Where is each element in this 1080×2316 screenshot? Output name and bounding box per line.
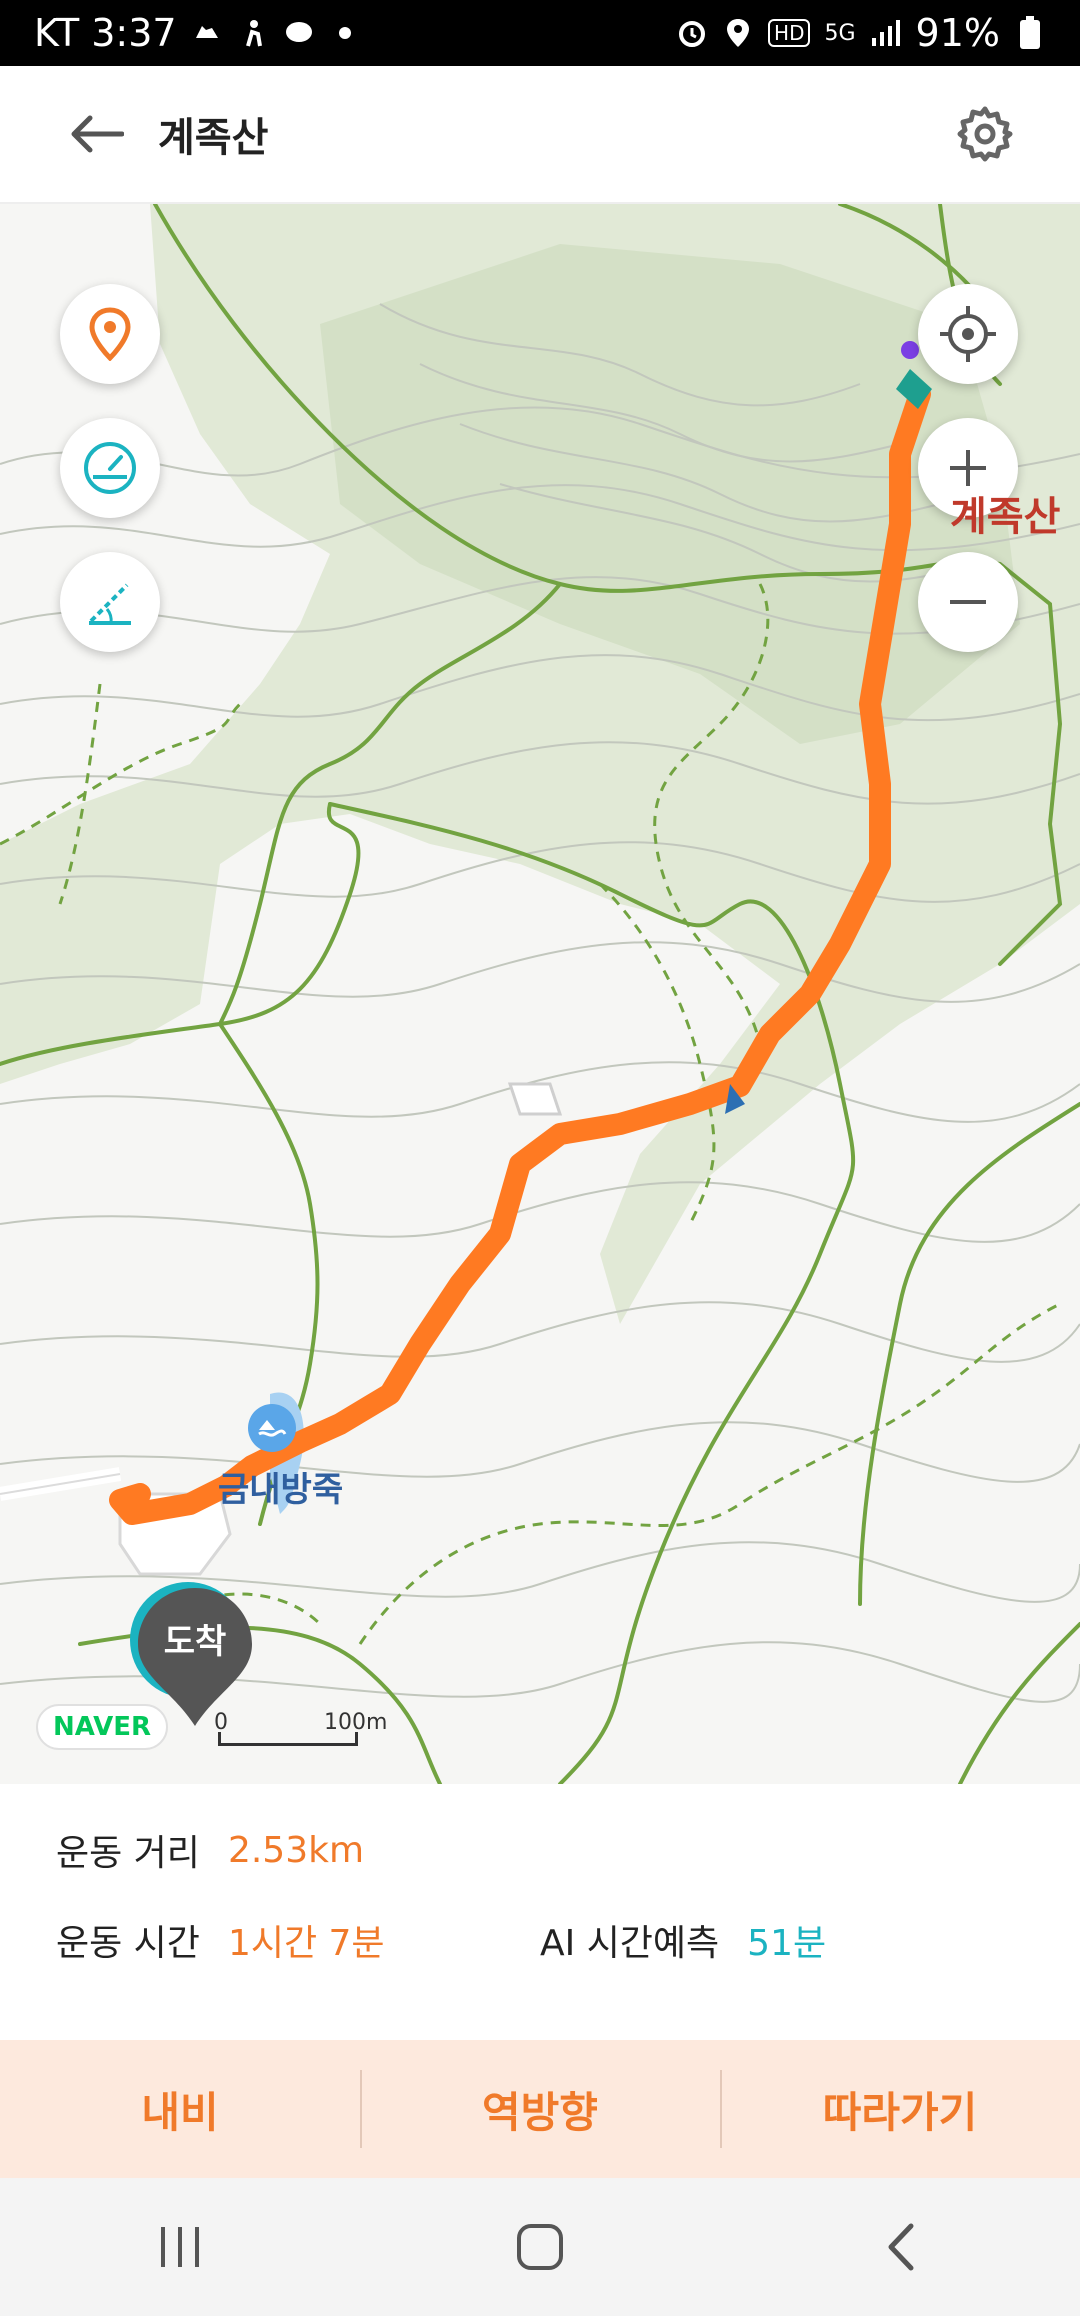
peak-summit-dot	[901, 341, 919, 359]
hiker-icon	[237, 17, 269, 49]
home-button[interactable]	[480, 2207, 600, 2287]
recent-apps-icon	[161, 2227, 199, 2267]
arrow-left-icon	[71, 115, 124, 153]
recent-apps-button[interactable]	[120, 2207, 240, 2287]
follow-button[interactable]: 따라가기	[720, 2040, 1080, 2178]
distance-label: 운동 거리	[56, 1833, 200, 1874]
naver-logo: NAVER	[36, 1704, 168, 1750]
carrier-time: KT 3:37	[34, 11, 177, 55]
action-bar: 내비 역방향 따라가기	[0, 2040, 1080, 2178]
dot-icon	[329, 17, 361, 49]
distance-row: 운동 거리 2.53km	[56, 1824, 364, 1876]
battery-icon	[1014, 16, 1046, 49]
building	[507, 1082, 563, 1116]
location-pin-icon	[89, 307, 131, 361]
back-button[interactable]	[56, 94, 136, 174]
time-value: 1시간 7분	[227, 1923, 385, 1964]
info-panel: 운동 거리 2.53km 운동 시간 1시간 7분 AI 시간예측 51분	[0, 1784, 1080, 2040]
message-icon	[283, 17, 315, 49]
time-label: 운동 시간	[56, 1923, 200, 1964]
crosshair-icon	[940, 306, 996, 362]
location-icon	[722, 17, 754, 49]
home-icon	[517, 2224, 563, 2270]
map-scale: 0 100m	[214, 1710, 387, 1752]
peak-label: 계족산	[950, 494, 1061, 540]
incline-icon	[89, 583, 131, 625]
zoom-out-button[interactable]	[918, 552, 1018, 652]
navi-button[interactable]: 내비	[0, 2040, 360, 2178]
settings-button[interactable]	[940, 89, 1030, 179]
locate-button[interactable]	[918, 284, 1018, 384]
signal-icon	[870, 17, 902, 49]
scale-bar	[218, 1732, 358, 1746]
reservoir-icon	[248, 1404, 296, 1452]
shoe-icon	[191, 17, 223, 49]
time-row: 운동 시간 1시간 7분	[56, 1914, 385, 1966]
map-view[interactable]: 계족산 금내방죽 도착 NAVER 0 100m	[0, 204, 1080, 1784]
ai-row: AI 시간예측 51분	[540, 1914, 826, 1966]
reservoir-label: 금내방죽	[218, 1470, 344, 1510]
map-canvas	[0, 204, 1080, 1784]
speedometer-icon	[84, 442, 136, 494]
back-chevron-icon	[888, 2223, 914, 2271]
back-nav-button[interactable]	[840, 2207, 960, 2287]
alarm-icon	[676, 17, 708, 49]
system-nav-bar	[0, 2178, 1080, 2316]
gear-icon	[957, 106, 1013, 162]
place-marker-button[interactable]	[60, 284, 160, 384]
network-type: 5G	[824, 20, 856, 46]
status-right: HD 5G 91%	[676, 11, 1046, 55]
hd-badge: HD	[768, 19, 811, 47]
ai-label: AI 시간예측	[540, 1923, 720, 1964]
reverse-button[interactable]: 역방향	[360, 2040, 720, 2178]
status-bar: KT 3:37 HD 5G 91%	[0, 0, 1080, 66]
incline-button[interactable]	[60, 552, 160, 652]
battery-percent: 91%	[915, 11, 1000, 55]
status-left: KT 3:37	[34, 11, 361, 55]
app-header: 계족산	[0, 66, 1080, 204]
distance-value: 2.53km	[227, 1829, 365, 1871]
ai-value: 51분	[747, 1923, 827, 1964]
arrival-label: 도착	[163, 1622, 227, 1662]
page-title: 계족산	[158, 115, 269, 161]
minus-icon	[950, 600, 986, 604]
speedometer-button[interactable]	[60, 418, 160, 518]
